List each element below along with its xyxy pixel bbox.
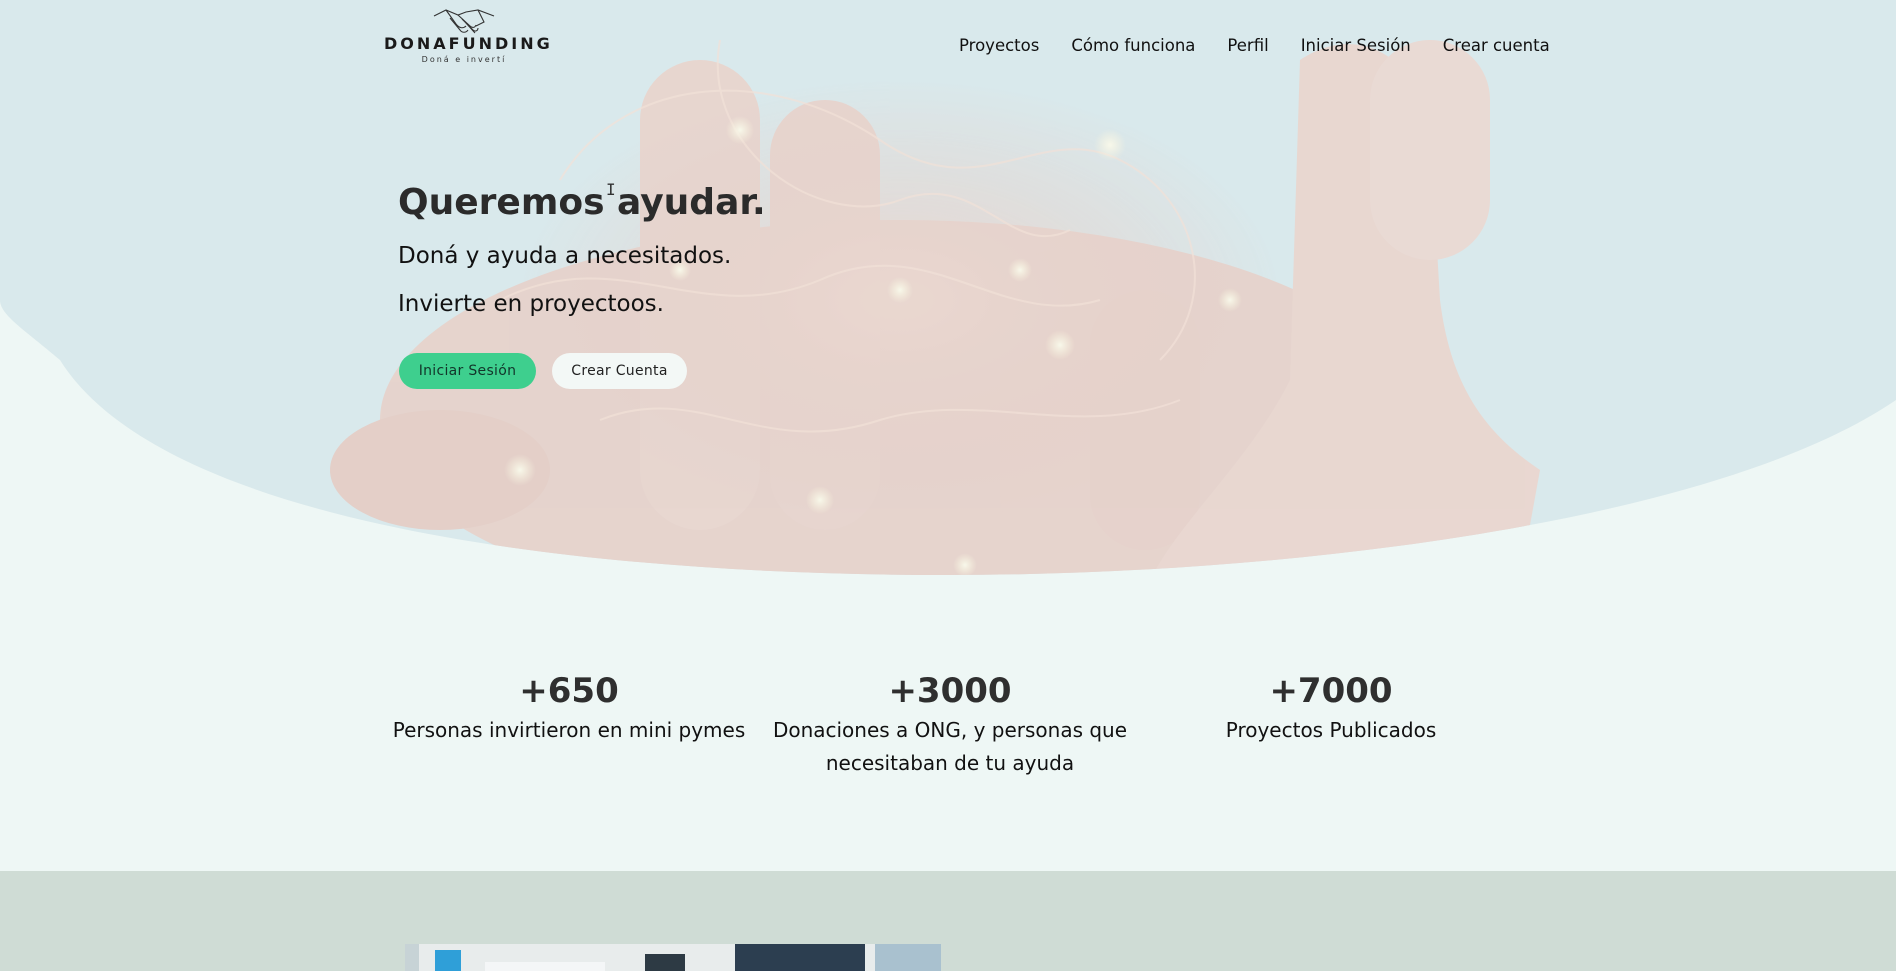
logo-tagline: Doná e invertí xyxy=(421,55,507,64)
nav-link-crear-cuenta[interactable]: Crear cuenta xyxy=(1443,36,1550,55)
stat-label: Proyectos Publicados xyxy=(1225,718,1437,742)
stat-label: Personas invirtieron en mini pymes xyxy=(392,718,746,742)
stat-value: +650 xyxy=(519,671,619,711)
stat-label: Donaciones a ONG, y personas que necesit… xyxy=(772,718,1128,775)
stat-projects: +7000 Proyectos Publicados xyxy=(1141,668,1521,747)
nav-link-proyectos[interactable]: Proyectos xyxy=(959,36,1039,55)
hero-title: Queremos ayudar. xyxy=(398,182,766,223)
stat-value: +7000 xyxy=(1269,671,1393,711)
stat-donations: +3000 Donaciones a ONG, y personas que n… xyxy=(760,668,1140,780)
logo-name: DONAFUNDING xyxy=(384,34,553,53)
workspace-photo xyxy=(405,944,941,971)
nav-link-iniciar-sesion[interactable]: Iniciar Sesión xyxy=(1301,36,1411,55)
hero-background-image xyxy=(0,0,1896,575)
nav-link-como-funciona[interactable]: Cómo funciona xyxy=(1071,36,1195,55)
handshake-icon xyxy=(433,9,495,34)
stat-value: +3000 xyxy=(888,671,1012,711)
hero-subtitle-invest: Invierte en proyectoos. xyxy=(398,291,664,317)
logo[interactable]: DONAFUNDING Doná e invertí xyxy=(384,6,553,72)
text-cursor-icon: I xyxy=(606,180,616,199)
stat-investors: +650 Personas invirtieron en mini pymes xyxy=(379,668,759,747)
hero-section: DONAFUNDING Doná e invertí Proyectos Cóm… xyxy=(0,0,1896,580)
main-nav: Proyectos Cómo funciona Perfil Iniciar S… xyxy=(959,36,1550,55)
hero-subtitle-donate: Doná y ayuda a necesitados. xyxy=(398,243,732,269)
features-band xyxy=(0,871,1896,971)
nav-link-perfil[interactable]: Perfil xyxy=(1227,36,1268,55)
create-account-button[interactable]: Crear Cuenta xyxy=(552,353,687,389)
login-button[interactable]: Iniciar Sesión xyxy=(399,353,536,389)
